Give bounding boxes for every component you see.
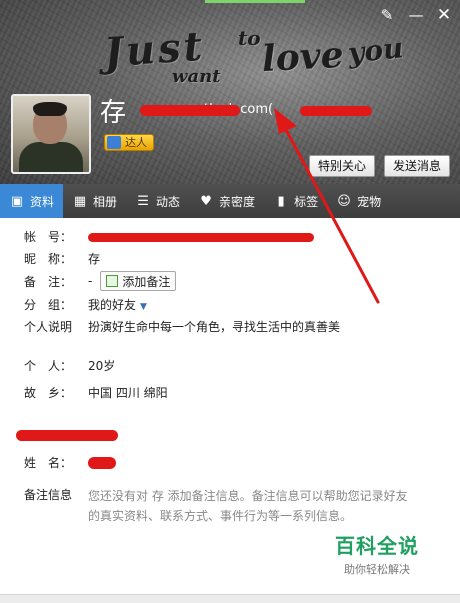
site-watermark: 百科全说 助你轻松解决 xyxy=(320,522,434,578)
watermark-title: 百科全说 xyxy=(335,534,419,558)
arrow-shaft xyxy=(283,126,380,304)
annotation-arrow xyxy=(274,108,380,304)
watermark-subtitle: 助你轻松解决 xyxy=(344,563,410,576)
arrow-head xyxy=(274,108,297,134)
window-bottom-edge xyxy=(0,594,460,603)
